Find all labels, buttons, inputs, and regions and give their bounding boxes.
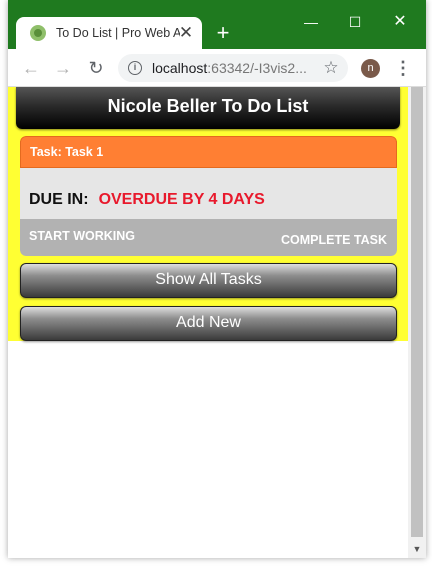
complete-task-button[interactable]: COMPLETE TASK (281, 233, 387, 247)
task-body: DUE IN: OVERDUE BY 4 DAYS (20, 168, 397, 219)
vertical-scrollbar[interactable]: ▼ (408, 87, 426, 558)
favicon-icon (30, 25, 46, 41)
browser-tab[interactable]: To Do List | Pro Web A ✕ (16, 17, 202, 49)
url-path: :63342/-I3vis2... (207, 60, 307, 76)
window-close-icon[interactable]: ✕ (385, 12, 415, 32)
task-actions: START WORKING COMPLETE TASK (20, 219, 397, 256)
bookmark-star-icon[interactable]: ☆ (320, 57, 342, 79)
kebab-menu-icon[interactable]: ⋮ (394, 57, 412, 79)
task-header: Task: Task 1 (20, 136, 397, 168)
minimize-icon[interactable]: — (296, 12, 326, 32)
start-working-button[interactable]: START WORKING (29, 229, 135, 243)
address-bar[interactable]: i localhost:63342/-I3vis2... (118, 54, 348, 82)
page-viewport: Nicole Beller To Do List Task: Task 1 DU… (8, 87, 408, 558)
maximize-icon[interactable]: ☐ (340, 12, 370, 32)
scroll-down-icon[interactable]: ▼ (408, 542, 426, 556)
task-card: Task: Task 1 DUE IN: OVERDUE BY 4 DAYS S… (20, 136, 397, 256)
add-new-button[interactable]: Add New (20, 306, 397, 341)
back-arrow-icon[interactable]: ← (20, 57, 42, 79)
new-tab-icon[interactable]: + (210, 20, 236, 46)
due-status: OVERDUE BY 4 DAYS (98, 190, 265, 208)
page-title: Nicole Beller To Do List (16, 87, 400, 129)
reload-icon[interactable]: ↻ (85, 57, 107, 79)
scrollbar-thumb[interactable] (411, 87, 423, 537)
url-text[interactable]: localhost:63342/-I3vis2... (152, 60, 312, 76)
browser-toolbar: ← → ↻ i localhost:63342/-I3vis2... ☆ n ⋮ (8, 49, 426, 87)
tab-title: To Do List | Pro Web A (56, 26, 180, 40)
show-all-tasks-button[interactable]: Show All Tasks (20, 263, 397, 298)
forward-arrow-icon[interactable]: → (52, 57, 74, 79)
browser-titlebar: To Do List | Pro Web A ✕ + — ☐ ✕ (8, 0, 426, 49)
info-icon[interactable]: i (128, 61, 142, 75)
url-host: localhost (152, 60, 208, 76)
tab-close-icon[interactable]: ✕ (176, 23, 196, 43)
due-label: DUE IN: (29, 190, 89, 208)
profile-avatar[interactable]: n (361, 59, 380, 78)
browser-window: To Do List | Pro Web A ✕ + — ☐ ✕ ← → ↻ i… (8, 0, 426, 558)
